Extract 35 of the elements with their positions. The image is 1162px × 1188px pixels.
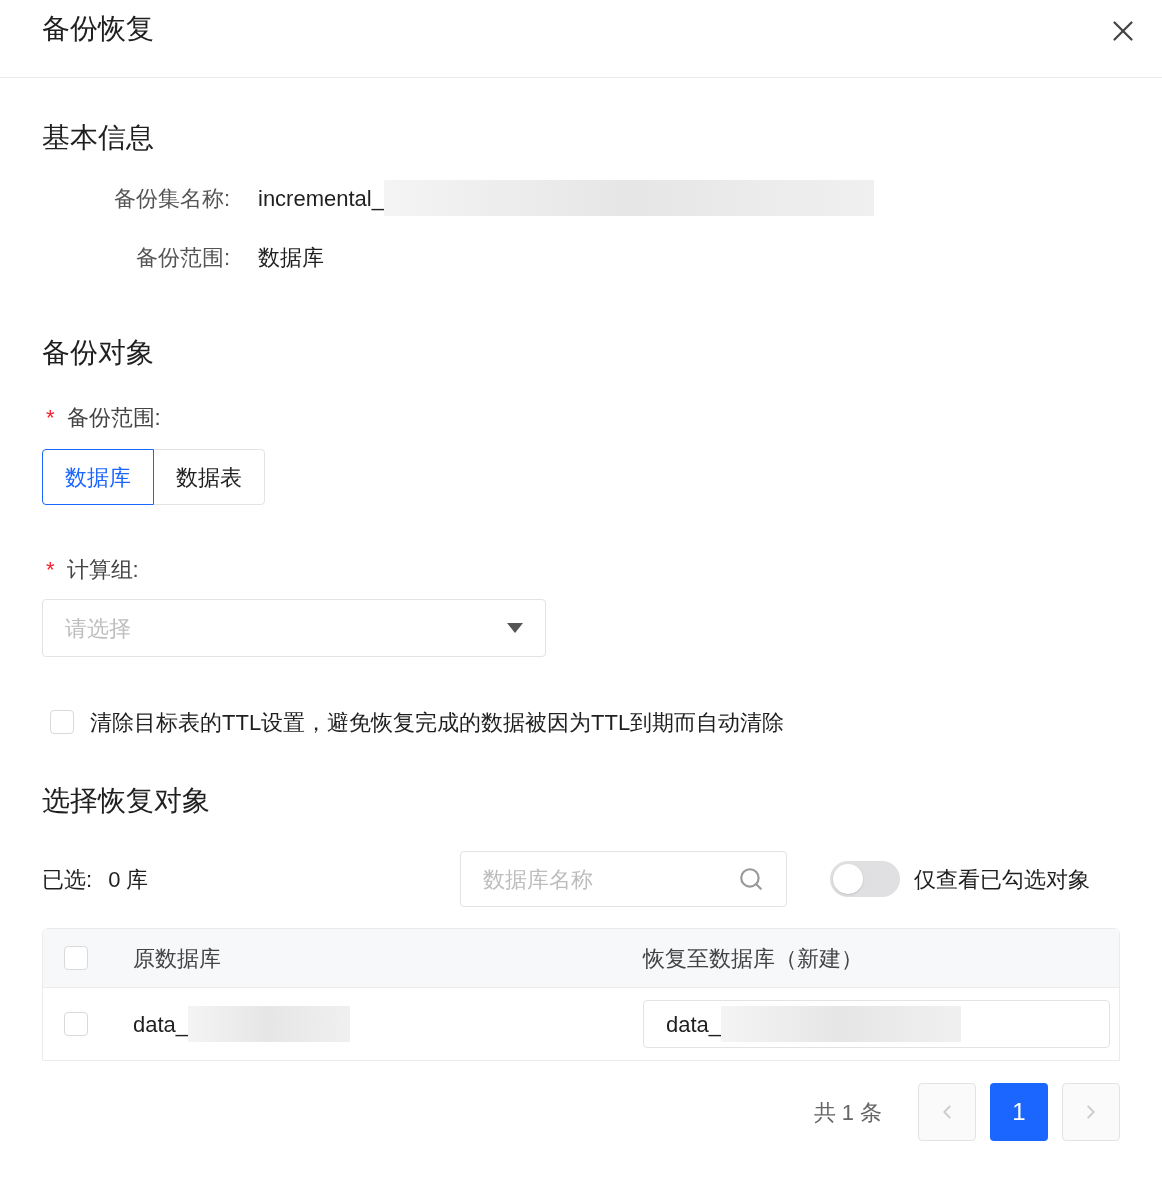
field-value: incremental_ [258, 184, 384, 213]
search-icon [738, 866, 765, 892]
dialog-title: 备份恢复 [42, 12, 154, 46]
field-value: 数据库 [258, 243, 324, 272]
page-button[interactable]: 1 [990, 1083, 1048, 1141]
form-label: 备份范围: [66, 403, 161, 432]
section-heading: 选择恢复对象 [42, 784, 211, 818]
section-heading: 备份对象 [42, 336, 155, 370]
segment-option[interactable]: 数据库 [42, 449, 154, 505]
next-page-button[interactable] [1062, 1083, 1120, 1141]
required-mark: * [46, 555, 55, 584]
selected-label: 已选: [42, 865, 93, 894]
toggle-label: 仅查看已勾选对象 [914, 865, 1091, 894]
checkbox[interactable] [64, 946, 88, 970]
column-header: 恢复至数据库（新建） [643, 944, 863, 973]
checkbox[interactable] [50, 710, 74, 734]
required-mark: * [46, 403, 55, 432]
field-label: 备份范围: [134, 243, 230, 272]
table-cell-text: data_ [133, 1010, 189, 1039]
dropdown-caret-icon [507, 623, 523, 633]
form-label: 计算组: [66, 555, 139, 584]
checkbox[interactable] [64, 1012, 88, 1036]
previous-page-button[interactable] [918, 1083, 976, 1141]
field-value: data_ [666, 1010, 722, 1039]
target-name-field[interactable]: data_ [643, 1000, 1110, 1048]
select-placeholder: 请选择 [65, 614, 131, 643]
field-label: 备份集名称: [112, 184, 230, 213]
column-header: 原数据库 [133, 944, 222, 973]
toggle-switch[interactable] [830, 861, 901, 897]
total-count: 共 1 条 [813, 1098, 882, 1127]
section-heading: 基本信息 [42, 121, 155, 155]
segment-option[interactable]: 数据表 [153, 449, 265, 505]
selected-count: 0 库 [108, 865, 149, 894]
checkbox-label: 清除目标表的TTL设置，避免恢复完成的数据被因为TTL到期而自动清除 [90, 708, 785, 737]
search-placeholder: 数据库名称 [483, 865, 594, 894]
